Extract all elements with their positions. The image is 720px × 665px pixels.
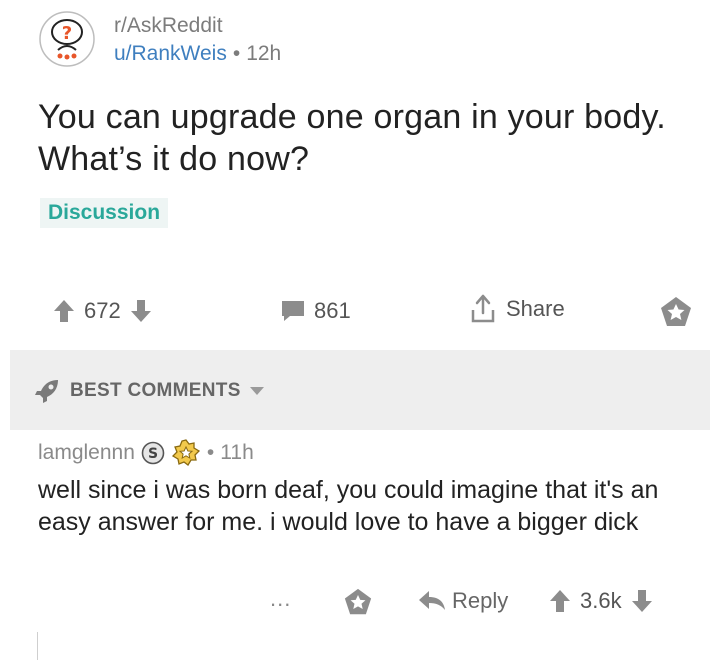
comment-downvote-arrow-icon[interactable] <box>630 588 654 614</box>
share-label: Share <box>506 296 565 321</box>
comments-sort-bar: BEST COMMENTS <box>10 350 710 430</box>
post-title[interactable]: You can upgrade one organ in your body. … <box>38 96 678 180</box>
svg-text:S: S <box>148 446 158 462</box>
comment-upvote-arrow-icon[interactable] <box>548 588 572 614</box>
share-button[interactable]: Share <box>470 294 565 324</box>
post-action-bar: 672 861 Share <box>0 288 720 336</box>
comment-body: well since i was born deaf, you could im… <box>38 476 659 536</box>
comment-meta: lamglennn S • 11h <box>38 438 698 468</box>
svg-text:?: ? <box>62 23 72 44</box>
comment-age: 11h <box>220 441 254 464</box>
post-flair[interactable]: Discussion <box>40 198 169 228</box>
post-age: 12h <box>246 42 282 65</box>
comment-count: 861 <box>314 298 351 323</box>
comment-score: 3.6k <box>580 588 622 613</box>
chevron-down-icon <box>249 387 264 395</box>
save-star-icon[interactable] <box>660 296 692 328</box>
comment-action-bar: ... Reply 3.6k <box>0 582 720 626</box>
post-score: 672 <box>84 298 121 323</box>
sort-label: BEST COMMENTS <box>70 380 241 401</box>
comment-author[interactable]: lamglennn <box>38 441 135 465</box>
downvote-arrow-icon[interactable] <box>129 298 153 324</box>
reply-arrow-icon <box>419 591 445 610</box>
comment-bubble-icon <box>282 301 304 321</box>
gold-award-icon[interactable] <box>171 439 201 467</box>
reply-label: Reply <box>452 588 509 613</box>
share-icon <box>471 294 495 323</box>
post-author[interactable]: u/RankWeis <box>114 42 227 65</box>
post-header: ? r/AskReddit u/RankWeis • 12h <box>38 10 678 72</box>
comment-vote-group: 3.6k <box>548 588 654 614</box>
sort-dropdown[interactable]: BEST COMMENTS <box>34 378 265 404</box>
more-options-button[interactable]: ... <box>270 586 291 612</box>
subreddit-name[interactable]: r/AskReddit <box>114 14 223 38</box>
comments-button[interactable]: 861 <box>280 298 359 324</box>
comment: lamglennn S • 11h well since i was born … <box>38 438 698 538</box>
thread-line <box>37 632 38 660</box>
reply-button[interactable]: Reply <box>418 588 508 614</box>
comment-save-star-icon[interactable] <box>344 588 372 616</box>
subreddit-avatar-icon[interactable]: ? <box>38 10 96 68</box>
rocket-icon <box>35 380 58 403</box>
comment-separator: • <box>206 441 215 464</box>
post-vote-group: 672 <box>52 298 153 324</box>
post-meta: u/RankWeis • 12h <box>114 42 281 66</box>
meta-separator: • <box>232 42 241 65</box>
silver-award-icon[interactable]: S <box>141 441 165 465</box>
upvote-arrow-icon[interactable] <box>52 298 76 324</box>
